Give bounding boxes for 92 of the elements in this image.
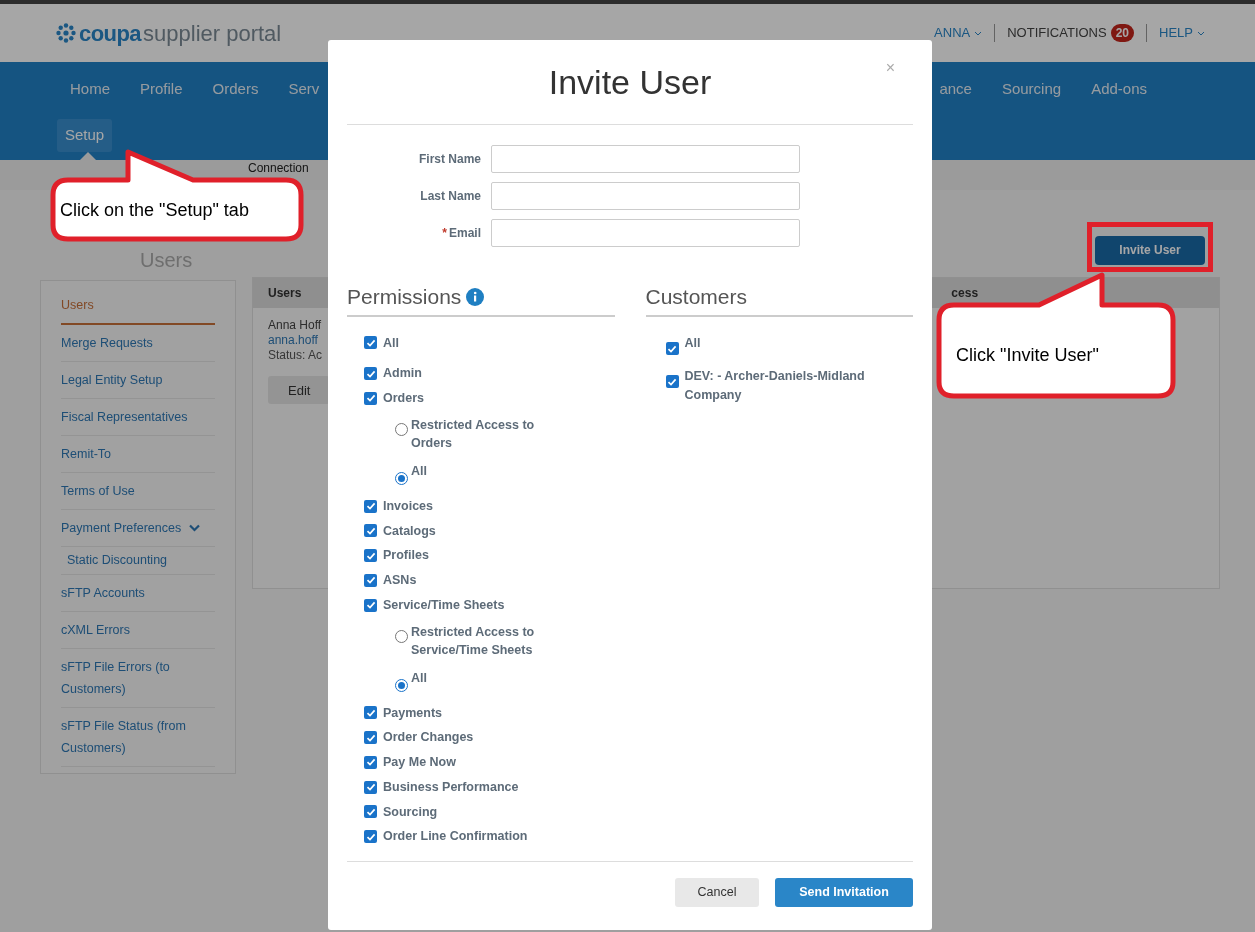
permission-label: Sourcing <box>383 803 438 821</box>
user-status: Status: Ac <box>268 348 323 363</box>
field-label: Last Name <box>419 188 482 205</box>
subnav-link[interactable]: Connection <box>248 161 309 175</box>
checkbox[interactable] <box>364 780 377 794</box>
nav-tab[interactable]: Orders <box>212 77 259 101</box>
radio-button[interactable] <box>395 678 408 692</box>
help-menu[interactable]: HELP <box>1159 23 1205 43</box>
customer-label: All <box>684 334 702 352</box>
permission-label: Invoices <box>383 497 434 515</box>
user-menu[interactable]: ANNA <box>934 23 983 43</box>
permission-label: Catalogs <box>383 522 436 540</box>
close-button[interactable]: × <box>885 56 895 80</box>
logo[interactable]: coupasupplier portal <box>55 16 282 50</box>
permission-label: All <box>383 334 399 352</box>
permission-label: Payments <box>383 704 443 722</box>
sidebar-item[interactable]: sFTP Accounts <box>61 574 215 612</box>
sidebar-item[interactable]: Fiscal Representatives <box>61 399 215 436</box>
dialog-title: Invite User <box>548 61 712 103</box>
permission-label: Service/Time Sheets <box>383 596 505 614</box>
checkbox[interactable] <box>364 573 377 587</box>
checkbox[interactable] <box>364 391 377 405</box>
nav-tab[interactable]: Profile <box>140 77 183 101</box>
permission-label: Admin <box>383 365 422 383</box>
checkbox[interactable] <box>364 755 377 769</box>
checkbox[interactable] <box>364 336 377 350</box>
permission-label: Order Changes <box>383 729 474 747</box>
nav-tab[interactable]: Serv <box>288 77 320 101</box>
nav-tab[interactable]: Home <box>70 77 110 101</box>
notification-count: 20 <box>1110 24 1135 42</box>
radio-button[interactable] <box>395 471 408 485</box>
section-heading: Permissions <box>347 284 462 310</box>
nav-tab[interactable]: Add-ons <box>1091 77 1147 101</box>
permission-label: Orders <box>383 390 424 407</box>
nav-tab[interactable]: ance <box>939 77 972 101</box>
checkbox[interactable] <box>364 731 377 745</box>
cancel-button[interactable]: Cancel <box>675 878 759 907</box>
logo-icon <box>55 22 77 44</box>
option-label: All <box>411 669 427 687</box>
radio-button[interactable] <box>395 422 408 436</box>
email-link[interactable]: anna.hoff <box>268 333 318 348</box>
chevron-icon <box>189 524 201 532</box>
field-label: First Name <box>417 151 482 168</box>
sidebar-item[interactable]: sFTP File Status (from Customers) <box>61 707 215 767</box>
permission-label: ASNs <box>383 572 417 589</box>
invite-user-button[interactable]: Invite User <box>1095 235 1205 265</box>
notifications-link[interactable]: NOTIFICATIONS <box>1007 23 1107 43</box>
chevron-icon <box>1197 30 1205 36</box>
column-header: cess <box>951 285 979 302</box>
checkbox[interactable] <box>364 598 377 612</box>
chevron-icon <box>974 30 983 36</box>
info-icon[interactable] <box>466 287 485 306</box>
text-field[interactable] <box>491 219 800 247</box>
option-label: Restricted Access to Service/Time Sheets <box>411 623 536 659</box>
edit-button[interactable]: Edit <box>268 376 330 404</box>
checkbox[interactable] <box>364 830 377 844</box>
sidebar-item[interactable]: sFTP File Errors (to Customers) <box>61 648 215 708</box>
sidebar-item[interactable]: Legal Entity Setup <box>61 362 215 399</box>
option-label: All <box>411 462 427 480</box>
nav-tab[interactable]: Sourcing <box>1001 77 1062 101</box>
sidebar-item[interactable]: Payment Preferences <box>61 510 215 547</box>
column-header: Users <box>268 285 302 302</box>
sidebar-item[interactable]: Users <box>61 287 215 325</box>
checkbox[interactable] <box>364 706 377 720</box>
field-label: * Email <box>441 225 482 242</box>
sidebar-item[interactable]: Remit-To <box>61 436 215 473</box>
nav-tab[interactable]: Setup <box>57 119 113 152</box>
send-invitation-button[interactable]: Send Invitation <box>775 878 913 907</box>
sidebar-item[interactable]: Terms of Use <box>61 473 215 510</box>
checkbox[interactable] <box>364 805 377 819</box>
option-label: Restricted Access to Orders <box>411 416 536 452</box>
radio-button[interactable] <box>395 629 408 643</box>
permission-label: Profiles <box>383 547 429 565</box>
user-name: Anna Hoff <box>268 318 322 333</box>
sidebar-item[interactable]: Static Discounting <box>61 547 215 575</box>
text-field[interactable] <box>491 145 800 173</box>
permission-label: Order Line Confirmation <box>383 828 528 846</box>
sidebar-item[interactable]: Merge Requests <box>61 325 215 362</box>
section-heading: Customers <box>645 285 748 308</box>
sidebar-item[interactable]: cXML Errors <box>61 611 215 649</box>
permission-label: Pay Me Now <box>383 754 456 771</box>
customer-label: DEV: - Archer-Daniels-Midland Company <box>684 367 866 404</box>
permission-label: Business Performance <box>383 778 519 796</box>
checkbox[interactable] <box>364 549 377 563</box>
checkbox[interactable] <box>364 524 377 538</box>
checkbox[interactable] <box>665 375 679 388</box>
text-field[interactable] <box>491 182 800 210</box>
checkbox[interactable] <box>665 342 679 355</box>
callout-text: Click on the "Setup" tab <box>60 199 249 222</box>
checkbox[interactable] <box>364 499 377 513</box>
checkbox[interactable] <box>364 367 377 381</box>
callout-text: Click "Invite User" <box>956 344 1099 367</box>
